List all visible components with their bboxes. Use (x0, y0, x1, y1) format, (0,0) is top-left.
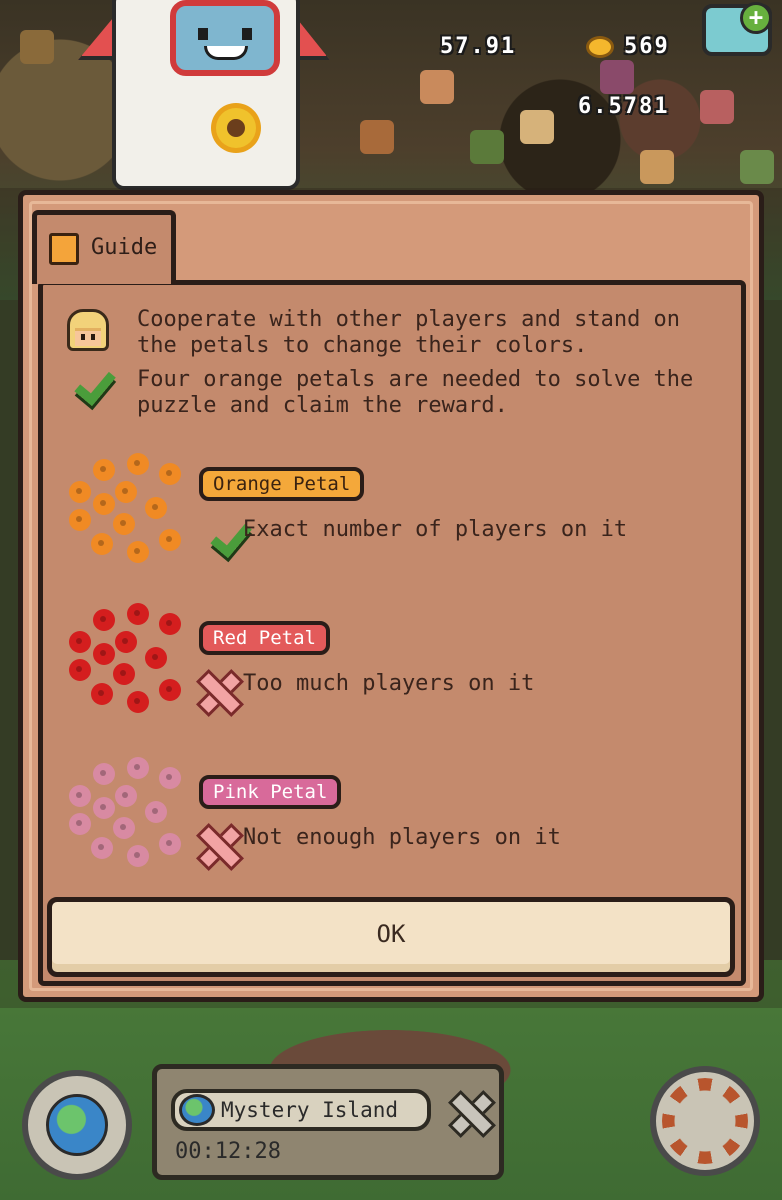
flower (69, 659, 91, 681)
flower (69, 813, 91, 835)
petal-description: Too much players on it (243, 671, 535, 696)
player-icon (67, 309, 109, 351)
coin-count: 569 (624, 34, 670, 59)
flower (145, 647, 167, 669)
add-gems-button[interactable]: + (702, 2, 772, 56)
flower (91, 533, 113, 555)
rocket-character (112, 0, 300, 190)
flower (113, 817, 135, 839)
player-avatar (600, 60, 634, 94)
ok-button[interactable]: OK (47, 897, 735, 977)
sunflower-icon (216, 108, 256, 148)
pink-petal-badge: Pink Petal (199, 775, 342, 809)
flower (145, 497, 167, 519)
guide-content: Cooperate with other players and stand o… (38, 280, 746, 986)
flower (93, 493, 115, 515)
pink-flower-cluster (69, 757, 189, 867)
eye (198, 28, 208, 40)
flower (91, 683, 113, 705)
flower (113, 513, 135, 535)
leave-location-button[interactable] (449, 1091, 489, 1131)
globe-icon (46, 1094, 108, 1156)
flower (93, 459, 115, 481)
player-avatar (640, 150, 674, 184)
player-avatar (520, 110, 554, 144)
x-icon (199, 671, 237, 709)
player-avatar (700, 90, 734, 124)
player-avatar (740, 150, 774, 184)
flower (159, 463, 181, 485)
mouth (204, 46, 248, 60)
check-icon (65, 369, 105, 399)
tab-guide[interactable]: Guide (32, 210, 176, 284)
flower (127, 453, 149, 475)
flower (127, 541, 149, 563)
flower (69, 481, 91, 503)
flower (69, 509, 91, 531)
globe-icon (179, 1094, 215, 1126)
flower (127, 845, 149, 867)
player-avatar (20, 30, 54, 64)
world-map-button[interactable] (22, 1070, 132, 1180)
red-petal-badge: Red Petal (199, 621, 330, 655)
flower (93, 609, 115, 631)
tab-label: Guide (91, 235, 158, 260)
player-face (75, 328, 101, 346)
rocket-face (170, 0, 280, 76)
flower (113, 663, 135, 685)
flower (159, 833, 181, 855)
flower (159, 767, 181, 789)
settings-button[interactable] (650, 1066, 760, 1176)
flower (159, 613, 181, 635)
flower (69, 785, 91, 807)
location-panel: Mystery Island 00:12:28 (152, 1064, 504, 1180)
location-name-pill: Mystery Island (171, 1089, 431, 1131)
plus-icon: + (740, 2, 772, 34)
hud-stat-below: 6.5781 (578, 94, 670, 119)
orange-petal-badge: Orange Petal (199, 467, 365, 501)
eye (81, 334, 85, 340)
petal-description: Not enough players on it (243, 825, 561, 850)
instruction-text: puzzle and claim the reward. (137, 393, 508, 418)
eye (242, 28, 252, 40)
location-timer: 00:12:28 (175, 1139, 281, 1164)
flower (115, 631, 137, 653)
flower (115, 481, 137, 503)
petal-description: Exact number of players on it (243, 517, 628, 542)
flower (93, 643, 115, 665)
x-icon (199, 825, 237, 863)
player-avatar (470, 130, 504, 164)
flower (127, 691, 149, 713)
player-avatar (420, 70, 454, 104)
flower (93, 763, 115, 785)
instruction-text: the petals to change their colors. (137, 333, 588, 358)
red-flower-cluster (69, 603, 189, 713)
book-icon (49, 233, 79, 265)
flower (69, 631, 91, 653)
flower (91, 837, 113, 859)
flower (127, 757, 149, 779)
gear-icon (662, 1078, 748, 1164)
check-icon (201, 521, 241, 551)
flower (159, 529, 181, 551)
flower (93, 797, 115, 819)
flower (127, 603, 149, 625)
hud-stat-left: 57.91 (440, 34, 517, 59)
flower (115, 785, 137, 807)
orange-flower-cluster (69, 453, 189, 563)
player-avatar (360, 120, 394, 154)
eye (91, 334, 95, 340)
coin-icon (586, 36, 614, 58)
location-name: Mystery Island (221, 1098, 399, 1122)
instruction-text: Four orange petals are needed to solve t… (137, 367, 694, 392)
flower (159, 679, 181, 701)
instruction-text: Cooperate with other players and stand o… (137, 307, 681, 332)
flower (145, 801, 167, 823)
